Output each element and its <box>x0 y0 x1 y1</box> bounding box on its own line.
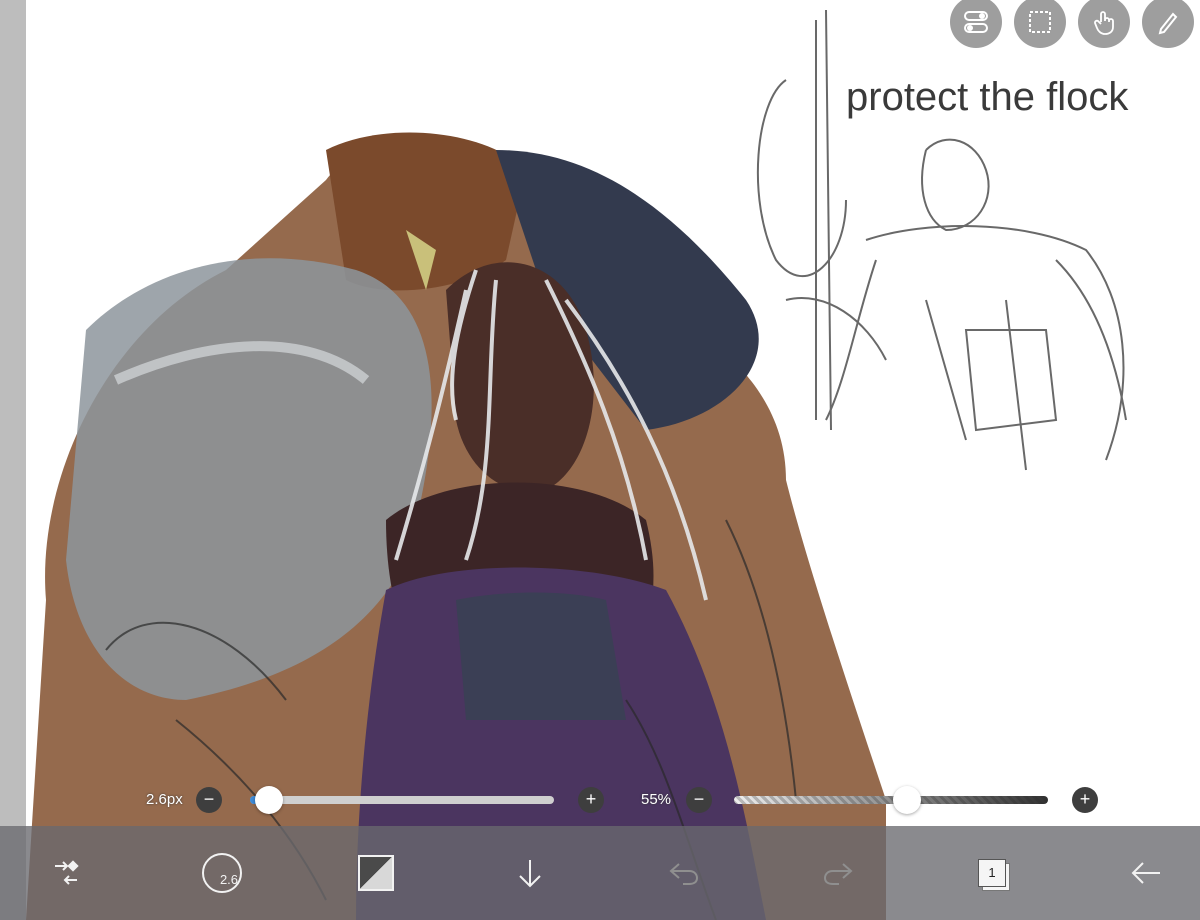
arrow-down-icon <box>519 860 541 888</box>
hand-touch-icon <box>1094 11 1114 35</box>
undo-icon <box>669 863 699 885</box>
brush-size-knob[interactable] <box>255 786 284 814</box>
pen-settings-icon <box>1158 12 1178 35</box>
brush-size-label: 2.6px <box>146 791 183 808</box>
selection-marquee-icon <box>1029 11 1051 33</box>
download-button[interactable] <box>504 826 556 920</box>
pen-settings-button[interactable] <box>1142 0 1194 48</box>
tool-switch-icon <box>55 860 79 885</box>
brush-size-value: 2.6 <box>202 853 242 893</box>
back-button[interactable] <box>1120 826 1172 920</box>
slider-row: 2.6px − + 55% − + <box>0 780 1200 820</box>
brush-size-plus-button[interactable]: + <box>578 787 604 813</box>
opacity-knob[interactable] <box>892 786 921 814</box>
top-toolbar <box>944 0 1200 48</box>
layer-count: 1 <box>978 859 1006 887</box>
hand-tool-button[interactable] <box>1078 0 1130 48</box>
opacity-minus-button[interactable]: − <box>686 787 712 813</box>
opacity-plus-button[interactable]: + <box>1072 787 1098 813</box>
toggle-switch-button[interactable] <box>950 0 1002 48</box>
brush-size-button[interactable]: 2.6 <box>196 826 248 920</box>
layers-button[interactable]: 1 <box>966 826 1018 920</box>
tool-switch-button[interactable] <box>40 826 92 920</box>
brush-size-minus-button[interactable]: − <box>196 787 222 813</box>
bottom-toolbar: 2.6 1 <box>0 826 1200 920</box>
undo-button[interactable] <box>658 826 710 920</box>
selection-button[interactable] <box>1014 0 1066 48</box>
redo-icon <box>823 863 853 885</box>
sketch-caption: protect the flock <box>846 75 1129 119</box>
redo-button[interactable] <box>812 826 864 920</box>
color-swatch-icon <box>358 855 394 891</box>
brush-size-track[interactable] <box>250 796 554 804</box>
arrow-left-icon <box>1131 862 1160 884</box>
toggle-switch-icon <box>964 11 988 33</box>
color-button[interactable] <box>350 826 402 920</box>
opacity-track[interactable] <box>734 796 1048 804</box>
opacity-label: 55% <box>641 791 672 808</box>
